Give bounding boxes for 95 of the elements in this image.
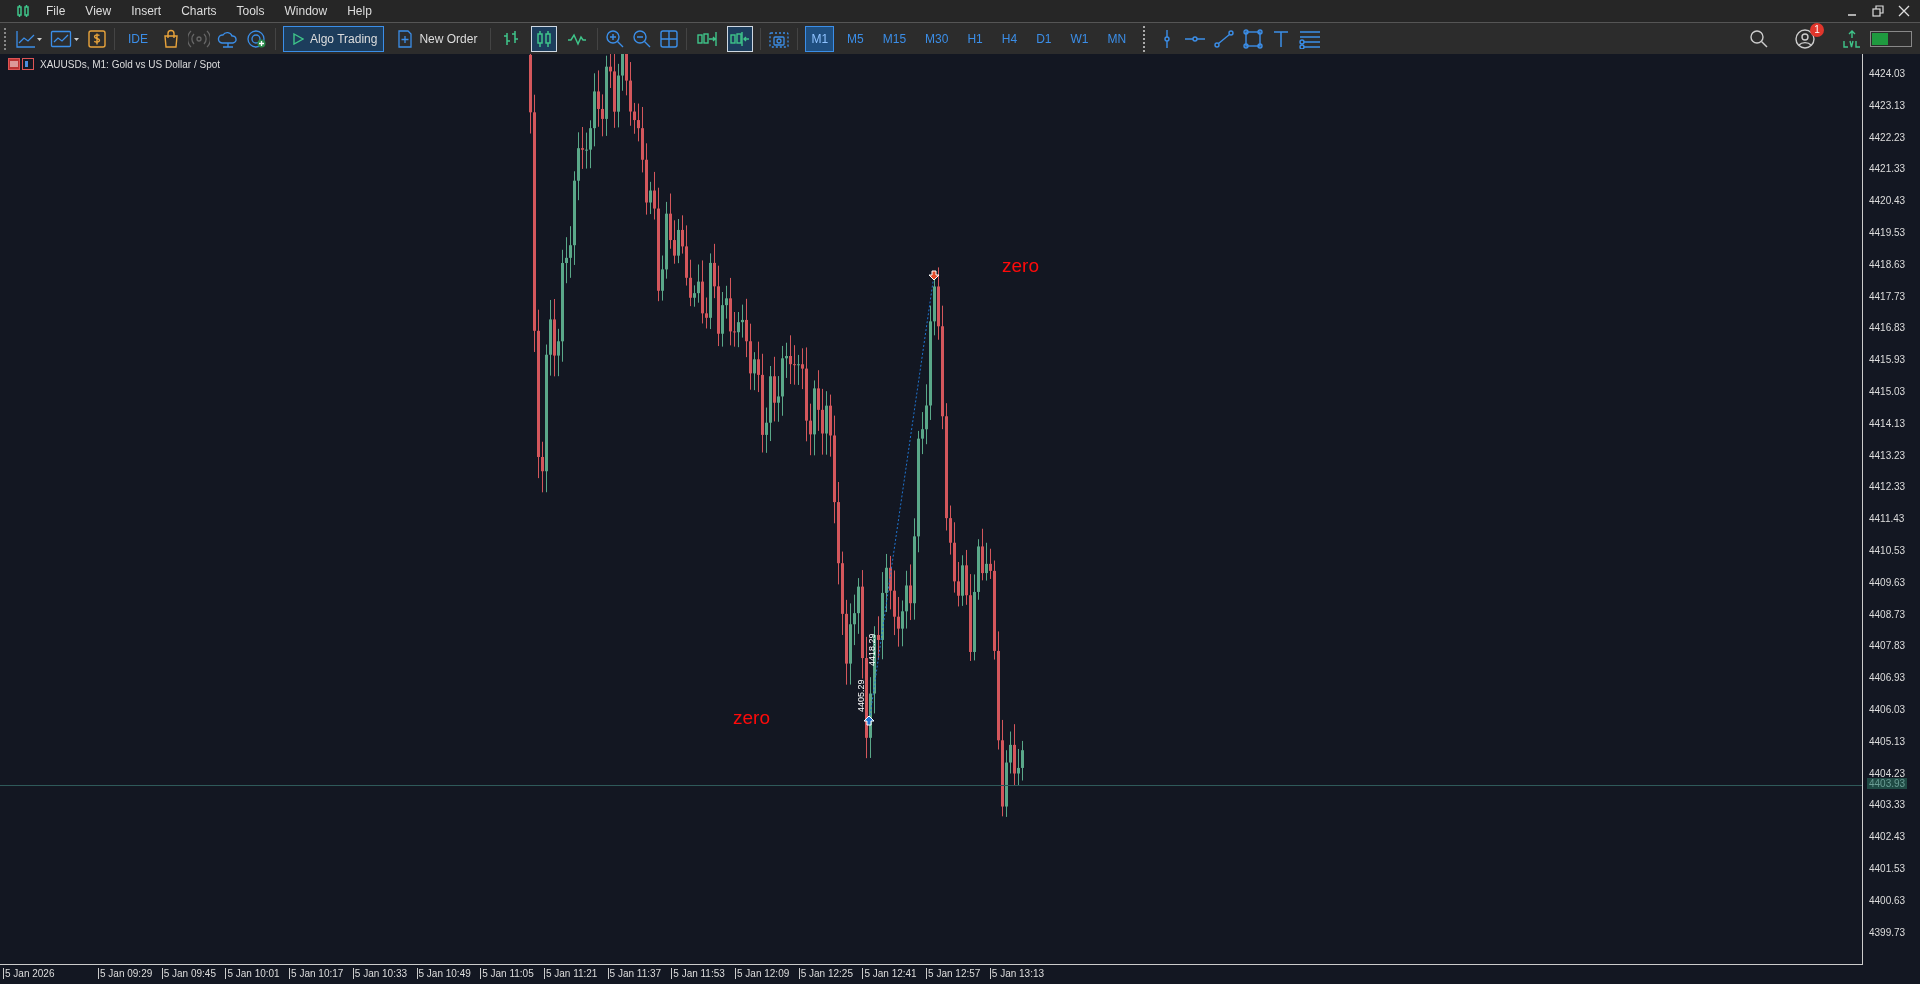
zoom-in-icon[interactable]: [605, 28, 626, 49]
time-label: 5 Jan 11:05: [480, 968, 534, 979]
timeframe-button[interactable]: MN: [1101, 25, 1133, 52]
price-label: 4416.83: [1869, 322, 1906, 334]
close-icon[interactable]: [1898, 5, 1910, 17]
trend-line-icon[interactable]: [1213, 28, 1236, 49]
price-label: 4421.33: [1869, 163, 1906, 175]
time-label: 5 Jan 12:25: [798, 968, 853, 979]
chart-icon: [8, 58, 34, 70]
price-label: 4406.03: [1869, 704, 1906, 715]
signal-strength-icon: [1870, 30, 1912, 47]
price-label: 4402.43: [1869, 831, 1906, 843]
timeframe-button[interactable]: W1: [1064, 25, 1095, 52]
play-icon: [292, 32, 304, 45]
time-label: 5 Jan 11:53: [671, 968, 725, 979]
price-label: 4407.83: [1869, 640, 1906, 652]
menu-item[interactable]: Insert: [127, 4, 174, 18]
price-label: 4404.23: [1869, 767, 1906, 779]
annotation-text: zero: [733, 707, 770, 729]
menu-item[interactable]: File: [42, 4, 78, 18]
time-label: 5 Jan 2026: [3, 968, 55, 979]
shopping-bag-icon[interactable]: [161, 28, 181, 49]
timeframe-button[interactable]: H4: [995, 25, 1024, 52]
algo-trading-button[interactable]: Algo Trading: [283, 25, 385, 52]
timeframe-button[interactable]: M15: [876, 25, 913, 52]
timeframe-button[interactable]: H1: [961, 25, 989, 52]
price-label: 4403.33: [1869, 799, 1906, 811]
price-label: 4405.13: [1869, 735, 1906, 747]
new-order-button[interactable]: New Order: [391, 25, 484, 52]
line-chart-icon[interactable]: [15, 28, 43, 49]
document-plus-icon: [397, 29, 414, 48]
price-label: 4420.43: [1869, 195, 1906, 207]
menu-item[interactable]: Help: [343, 4, 384, 18]
time-label: 5 Jan 13:13: [989, 968, 1045, 979]
price-label: 4411.43: [1869, 513, 1905, 525]
time-label: 5 Jan 12:09: [735, 968, 790, 979]
price-label: 4423.13: [1869, 99, 1906, 111]
price-label: 4399.73: [1869, 926, 1906, 938]
zoom-out-icon[interactable]: [632, 28, 653, 49]
menu-item[interactable]: Window: [280, 4, 340, 18]
signal-icon[interactable]: [188, 28, 210, 49]
price-label: 4415.93: [1869, 354, 1906, 366]
chart-symbol: XAUUSDs, M1: Gold vs US Dollar / Spot: [40, 58, 221, 70]
time-label: 5 Jan 12:57: [926, 968, 981, 979]
trade-price-label: 4418.29: [867, 633, 877, 666]
buy-arrow-icon: [863, 715, 875, 726]
price-label: 4413.23: [1869, 449, 1906, 461]
price-label: 4415.03: [1869, 386, 1906, 397]
time-label: 5 Jan 10:49: [416, 968, 471, 979]
dollar-icon[interactable]: [87, 28, 107, 49]
menu-item[interactable]: Charts: [177, 4, 229, 18]
rectangle-icon[interactable]: [1242, 28, 1265, 49]
price-label: 4418.63: [1869, 258, 1906, 270]
template-icon[interactable]: [50, 28, 80, 49]
menu-item[interactable]: View: [81, 4, 124, 18]
price-label: 4409.63: [1869, 576, 1906, 588]
timeframe-button[interactable]: M30: [919, 25, 955, 52]
time-label: 5 Jan 12:41: [862, 968, 917, 979]
tile-windows-icon[interactable]: [659, 28, 680, 49]
price-label: 4414.13: [1869, 417, 1906, 429]
timeframe-button[interactable]: D1: [1030, 25, 1058, 52]
search-icon[interactable]: [1749, 28, 1769, 49]
notification-badge: 1: [1810, 22, 1824, 37]
ide-button[interactable]: IDE: [122, 25, 154, 52]
time-label: 5 Jan 10:01: [225, 968, 280, 979]
annotation-text: zero: [1002, 255, 1039, 277]
time-label: 5 Jan 09:29: [98, 968, 153, 979]
sell-arrow-icon: [928, 270, 940, 281]
time-label: 5 Jan 09:45: [161, 968, 216, 979]
price-label: 4417.73: [1869, 290, 1906, 302]
price-label: 4408.73: [1869, 608, 1906, 620]
globe-plus-icon[interactable]: [246, 28, 268, 49]
fibonacci-icon[interactable]: [1298, 28, 1323, 49]
price-label: 4412.33: [1869, 481, 1906, 493]
trade-price-label: 4405.29: [856, 679, 866, 712]
price-label: 4419.53: [1869, 227, 1906, 238]
app-logo-icon: [16, 4, 30, 18]
timeframe-button[interactable]: M5: [841, 25, 870, 52]
current-price-label: 4403.93: [1867, 778, 1908, 790]
price-label: 4424.03: [1869, 68, 1906, 79]
price-label: 4410.53: [1869, 545, 1906, 556]
price-label: 4400.63: [1869, 894, 1906, 906]
time-label: 5 Jan 11:37: [607, 968, 662, 979]
candlestick-button[interactable]: [531, 25, 558, 52]
time-label: 5 Jan 10:17: [289, 968, 344, 979]
menu-item[interactable]: Tools: [232, 4, 277, 18]
price-label: 4422.23: [1869, 131, 1906, 143]
account-icon[interactable]: [1794, 27, 1816, 50]
time-label: 5 Jan 10:33: [352, 968, 408, 979]
time-label: 5 Jan 11:21: [543, 968, 598, 979]
timeframe-button[interactable]: M1: [805, 25, 835, 52]
chart-shift-button[interactable]: [727, 25, 754, 52]
price-label: 4406.93: [1869, 672, 1906, 684]
price-label: 4401.53: [1869, 863, 1906, 874]
restore-icon[interactable]: [1872, 5, 1884, 17]
